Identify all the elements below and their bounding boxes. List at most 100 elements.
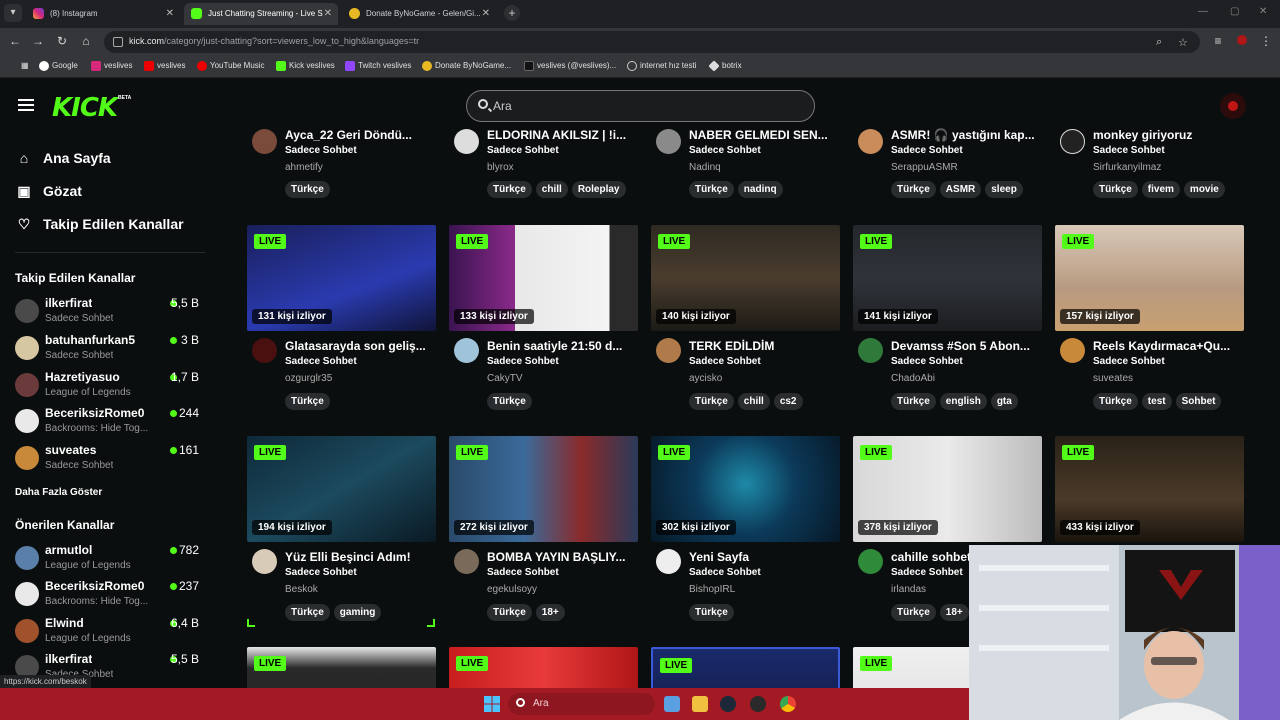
recommended-channel[interactable]: Elwind League of Legends 6,4 B	[15, 616, 205, 650]
tag[interactable]: nadinq	[737, 181, 783, 198]
reload-icon[interactable]: ↻	[54, 34, 70, 48]
user-avatar[interactable]	[1220, 93, 1246, 119]
kick-logo[interactable]: KICK	[52, 93, 118, 123]
media-icon[interactable]: ≡	[1210, 34, 1226, 48]
windows-start-icon[interactable]	[484, 696, 500, 712]
bookmark-instagram[interactable]: veslives	[91, 61, 132, 71]
steam-icon[interactable]	[720, 696, 736, 712]
channel-avatar[interactable]	[252, 129, 277, 154]
stream-title[interactable]: TERK EDİLDİM	[689, 339, 841, 353]
stream-title[interactable]: ELDORINA AKILSIZ | !i...	[487, 128, 639, 142]
tag[interactable]: cs2	[773, 393, 803, 410]
close-icon[interactable]: ✕	[482, 3, 490, 25]
tag[interactable]: english	[939, 393, 987, 410]
file-explorer-icon[interactable]	[692, 696, 708, 712]
tag[interactable]: Türkçe	[891, 181, 936, 198]
show-more-link[interactable]: Daha Fazla Göster	[15, 487, 102, 498]
stream-card[interactable]: LIVE	[247, 647, 437, 688]
streamer-name[interactable]: SerappuASMR	[891, 162, 958, 173]
recommended-channel[interactable]: armutlol League of Legends 782	[15, 543, 205, 577]
streamer-name[interactable]: blyrox	[487, 162, 514, 173]
channel-avatar[interactable]	[656, 129, 681, 154]
followed-channel[interactable]: Hazretiyasuo League of Legends 1,7 B	[15, 370, 205, 404]
tag[interactable]: sleep	[985, 181, 1023, 198]
stream-category[interactable]: Sadece Sohbet	[285, 145, 357, 156]
stream-category[interactable]: Sadece Sohbet	[689, 356, 761, 367]
new-tab-button[interactable]: +	[504, 5, 520, 21]
tag[interactable]: movie	[1183, 181, 1225, 198]
stream-thumbnail[interactable]: LIVE 157 kişi izliyor	[1055, 225, 1244, 331]
tag[interactable]: 18+	[535, 604, 565, 621]
tag[interactable]: Türkçe	[891, 393, 936, 410]
stream-category[interactable]: Sadece Sohbet	[1093, 356, 1165, 367]
stream-title[interactable]: Benin saatiyle 21:50 d...	[487, 339, 639, 353]
tag[interactable]: Türkçe	[487, 181, 532, 198]
tag[interactable]: fivem	[1141, 181, 1180, 198]
channel-avatar[interactable]	[252, 549, 277, 574]
tag[interactable]: Türkçe	[689, 604, 734, 621]
streamer-name[interactable]: ChadoAbi	[891, 373, 935, 384]
streamer-name[interactable]: Sirfurkanyilmaz	[1093, 162, 1161, 173]
tag[interactable]: Türkçe	[891, 604, 936, 621]
stream-thumbnail[interactable]: LIVE 141 kişi izliyor	[853, 225, 1042, 331]
forward-icon[interactable]: →	[30, 34, 46, 48]
stream-card[interactable]: LIVE 302 kişi izliyor Yeni Sayfa Sadece …	[651, 436, 841, 626]
stream-category[interactable]: Sadece Sohbet	[891, 567, 963, 578]
stream-category[interactable]: Sadece Sohbet	[689, 567, 761, 578]
apps-icon[interactable]: ▦	[8, 61, 29, 70]
bookmark-twitch[interactable]: Twitch veslives	[345, 61, 411, 71]
tag[interactable]: 18+	[939, 604, 969, 621]
bookmark-google[interactable]: Google	[39, 61, 78, 71]
tag[interactable]: test	[1141, 393, 1172, 410]
channel-avatar[interactable]	[656, 338, 681, 363]
window-close-icon[interactable]: ✕	[1259, 6, 1267, 17]
gallery-app-icon[interactable]	[664, 696, 680, 712]
channel-avatar[interactable]	[454, 338, 479, 363]
stream-thumbnail[interactable]: LIVE 140 kişi izliyor	[651, 225, 840, 331]
stream-card[interactable]: ELDORINA AKILSIZ | !i... Sadece Sohbet b…	[449, 128, 639, 198]
close-icon[interactable]: ✕	[166, 3, 174, 25]
tag[interactable]: Türkçe	[285, 604, 330, 621]
tag[interactable]: Türkçe	[285, 181, 330, 198]
tab-bynogame[interactable]: Donate ByNoGame - Gelen/Gi... ✕	[342, 3, 496, 25]
tag[interactable]: chill	[737, 393, 770, 410]
streamer-name[interactable]: suveates	[1093, 373, 1133, 384]
stream-thumbnail[interactable]: LIVE 194 kişi izliyor	[247, 436, 436, 542]
stream-card[interactable]: monkey giriyoruz Sadece Sohbet Sirfurkan…	[1055, 128, 1245, 198]
stream-card[interactable]: LIVE 272 kişi izliyor BOMBA YAYIN BAŞLIY…	[449, 436, 639, 626]
profile-icon[interactable]	[1234, 34, 1250, 48]
tag[interactable]: Türkçe	[487, 393, 532, 410]
streamer-name[interactable]: aycisko	[689, 373, 722, 384]
stream-thumbnail[interactable]: LIVE 131 kişi izliyor	[247, 225, 436, 331]
back-icon[interactable]: ←	[7, 34, 23, 48]
channel-avatar[interactable]	[1060, 338, 1085, 363]
channel-avatar[interactable]	[858, 338, 883, 363]
taskbar-search[interactable]: Ara	[508, 693, 655, 715]
stream-thumbnail[interactable]: LIVE	[247, 647, 436, 688]
search-input[interactable]	[493, 97, 793, 115]
bookmark-youtube[interactable]: veslives	[144, 61, 185, 71]
stream-thumbnail[interactable]: LIVE 433 kişi izliyor	[1055, 436, 1244, 542]
streamer-name[interactable]: ozgurglr35	[285, 373, 332, 384]
stream-category[interactable]: Sadece Sohbet	[891, 145, 963, 156]
tab-kick[interactable]: Just Chatting Streaming - Live S ✕	[184, 3, 338, 25]
channel-avatar[interactable]	[656, 549, 681, 574]
tag[interactable]: Türkçe	[689, 181, 734, 198]
tab-instagram[interactable]: (8) Instagram ✕	[26, 3, 180, 25]
stream-title[interactable]: NABER GELMEDI SEN...	[689, 128, 841, 142]
site-info-icon[interactable]	[113, 37, 123, 47]
stream-title[interactable]: Yeni Sayfa	[689, 550, 841, 564]
stream-title[interactable]: Ayca_22 Geri Döndü...	[285, 128, 437, 142]
chrome-icon[interactable]	[780, 696, 796, 712]
stream-card[interactable]: LIVE 141 kişi izliyor Devamss #Son 5 Abo…	[853, 225, 1043, 415]
tag[interactable]: Türkçe	[285, 393, 330, 410]
stream-card[interactable]: ASMR! 🎧 yastığını kap... Sadece Sohbet S…	[853, 128, 1043, 198]
stream-title[interactable]: Glatasarayda son geliş...	[285, 339, 437, 353]
tag[interactable]: Türkçe	[487, 604, 532, 621]
bookmark-botrix[interactable]: botrix	[708, 60, 742, 72]
obs-icon[interactable]	[750, 696, 766, 712]
zoom-icon[interactable]: ⌕	[1156, 36, 1162, 49]
stream-card[interactable]: LIVE 157 kişi izliyor Reels Kaydırmaca+Q…	[1055, 225, 1245, 415]
stream-category[interactable]: Sadece Sohbet	[689, 145, 761, 156]
stream-title[interactable]: BOMBA YAYIN BAŞLIY...	[487, 550, 639, 564]
